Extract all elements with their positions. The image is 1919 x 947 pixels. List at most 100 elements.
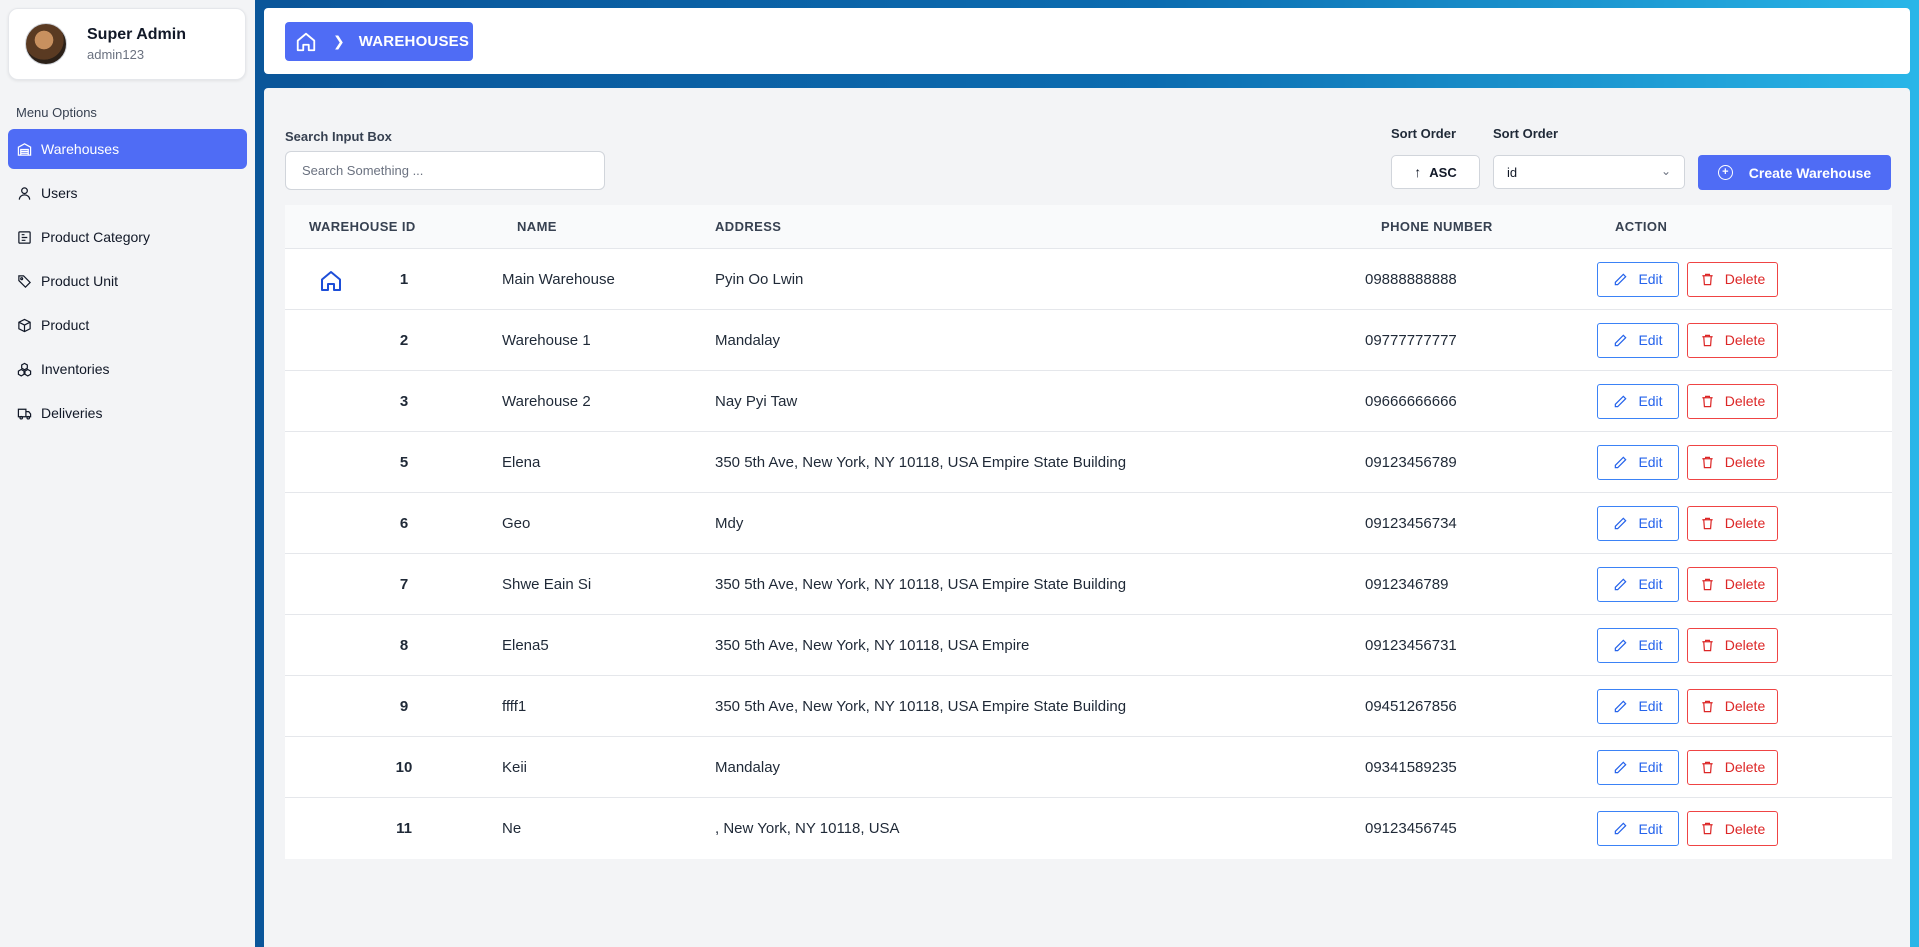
cell-warehouse-id: 9 [285, 698, 517, 715]
delete-button[interactable]: Delete [1687, 444, 1778, 480]
delete-label: Delete [1724, 393, 1766, 409]
delete-button[interactable]: Delete [1687, 811, 1778, 846]
cell-warehouse-id: 7 [285, 576, 517, 593]
header-name[interactable]: NAME [517, 219, 715, 234]
edit-button[interactable]: Edit [1597, 688, 1679, 724]
pencil-icon [1615, 699, 1627, 712]
cell-address: 350 5th Ave, New York, NY 10118, USA Emp… [715, 575, 1127, 593]
cell-action: Edit Delete [1597, 261, 1892, 297]
edit-label: Edit [1638, 332, 1663, 348]
delete-button[interactable]: Delete [1687, 322, 1778, 358]
warehouse-id: 3 [399, 392, 409, 410]
sidebar-item-label: Deliveries [41, 405, 103, 421]
edit-button[interactable]: Edit [1597, 627, 1679, 663]
cell-phone-number: 09666666666 [1365, 392, 1457, 410]
cell-warehouse-id: 6 [285, 515, 517, 532]
cell-address: Mandalay [715, 331, 781, 349]
edit-button[interactable]: Edit [1597, 261, 1679, 297]
table-row: 5 Elena 350 5th Ave, New York, NY 10118,… [285, 432, 1892, 493]
sidebar-item-product-unit[interactable]: Product Unit [8, 261, 247, 301]
delete-button[interactable]: Delete [1687, 261, 1778, 297]
header-phone-number[interactable]: PHONE NUMBER [1365, 219, 1607, 234]
cell-warehouse-id: 1 [285, 270, 517, 291]
sidebar-item-label: Product [41, 317, 90, 333]
trash-icon [1702, 273, 1713, 285]
delete-button[interactable]: Delete [1687, 749, 1778, 785]
sort-field-label: Sort Order [1493, 126, 1559, 141]
edit-button[interactable]: Edit [1597, 322, 1679, 358]
edit-button[interactable]: Edit [1597, 505, 1679, 541]
warehouse-table: WAREHOUSE ID NAME ADDRESS PHONE NUMBER A… [285, 205, 1892, 859]
search-input[interactable] [285, 151, 605, 190]
sort-field-value: id [1507, 164, 1518, 180]
profile-username: admin123 [87, 47, 145, 62]
header-address[interactable]: ADDRESS [715, 219, 1365, 234]
table-row: 6 Geo Mdy 09123456734 Edit Delete [285, 493, 1892, 554]
cell-phone-number: 09341589235 [1365, 758, 1457, 776]
cell-warehouse-id: 8 [285, 637, 517, 654]
edit-button[interactable]: Edit [1597, 566, 1679, 602]
cell-name: Shwe Eain Si [502, 575, 592, 593]
menu-heading: Menu Options [16, 105, 97, 120]
edit-button[interactable]: Edit [1597, 749, 1679, 785]
arrow-up-icon: ↑ [1414, 164, 1422, 180]
cell-phone-number: 09123456789 [1365, 453, 1457, 471]
search-label: Search Input Box [285, 129, 392, 144]
cell-name: Elena [502, 453, 541, 471]
cell-address: 350 5th Ave, New York, NY 10118, USA Emp… [715, 697, 1127, 715]
sort-field-select[interactable]: id ⌄ [1493, 155, 1685, 189]
plus-circle-icon: + [1717, 165, 1733, 180]
cell-name: Main Warehouse [502, 270, 615, 288]
header-action: ACTION [1615, 219, 1668, 234]
create-warehouse-button[interactable]: + Create Warehouse [1698, 155, 1891, 190]
profile-card[interactable]: Super Admin admin123 [8, 8, 246, 80]
profile-name: Super Admin [87, 26, 186, 43]
edit-label: Edit [1638, 637, 1663, 653]
header-warehouse-id[interactable]: WAREHOUSE ID [285, 219, 517, 234]
delete-button[interactable]: Delete [1687, 505, 1778, 541]
delete-button[interactable]: Delete [1687, 688, 1778, 724]
delete-button[interactable]: Delete [1687, 383, 1778, 419]
create-warehouse-label: Create Warehouse [1748, 164, 1872, 181]
delete-button[interactable]: Delete [1687, 566, 1778, 602]
cell-warehouse-id: 5 [285, 454, 517, 471]
sidebar-item-deliveries[interactable]: Deliveries [8, 393, 247, 433]
edit-button[interactable]: Edit [1597, 444, 1679, 480]
table-header: WAREHOUSE ID NAME ADDRESS PHONE NUMBER A… [285, 205, 1892, 249]
sidebar-item-product-category[interactable]: Product Category [8, 217, 247, 257]
pencil-icon [1615, 822, 1627, 835]
trash-icon [1702, 761, 1713, 773]
warehouse-id: 11 [396, 820, 412, 837]
sidebar-item-warehouses[interactable]: Warehouses [8, 129, 247, 169]
delete-label: Delete [1724, 515, 1766, 531]
sidebar-item-users[interactable]: Users [8, 173, 247, 213]
home-icon[interactable] [293, 29, 319, 55]
cell-phone-number: 09777777777 [1365, 331, 1457, 349]
sidebar-item-product[interactable]: Product [8, 305, 247, 345]
cell-action: Edit Delete [1597, 811, 1892, 846]
pencil-icon [1615, 272, 1627, 285]
cell-phone-number: 09888888888 [1365, 270, 1457, 288]
edit-button[interactable]: Edit [1597, 811, 1679, 846]
top-bar: ❯ WAREHOUSES [264, 8, 1910, 74]
pencil-icon [1615, 638, 1627, 651]
edit-label: Edit [1638, 820, 1663, 837]
edit-label: Edit [1638, 271, 1663, 287]
delete-label: Delete [1724, 271, 1766, 287]
edit-button[interactable]: Edit [1597, 383, 1679, 419]
sort-direction-button[interactable]: ↑ ASC [1391, 155, 1480, 189]
pencil-icon [1615, 394, 1627, 407]
trash-icon [1702, 456, 1713, 468]
table-row: 9 ffff1 350 5th Ave, New York, NY 10118,… [285, 676, 1892, 737]
delete-label: Delete [1724, 454, 1766, 470]
cell-phone-number: 09123456731 [1365, 636, 1457, 654]
truck-icon [16, 405, 32, 421]
edit-label: Edit [1638, 698, 1663, 714]
cell-action: Edit Delete [1597, 749, 1892, 785]
table-row: 3 Warehouse 2 Nay Pyi Taw 09666666666 Ed… [285, 371, 1892, 432]
sidebar-item-inventories[interactable]: Inventories [8, 349, 247, 389]
sort-direction-label: ASC [1429, 164, 1457, 180]
warehouse-id: 8 [399, 636, 409, 654]
pencil-icon [1615, 333, 1627, 346]
delete-button[interactable]: Delete [1687, 627, 1778, 663]
